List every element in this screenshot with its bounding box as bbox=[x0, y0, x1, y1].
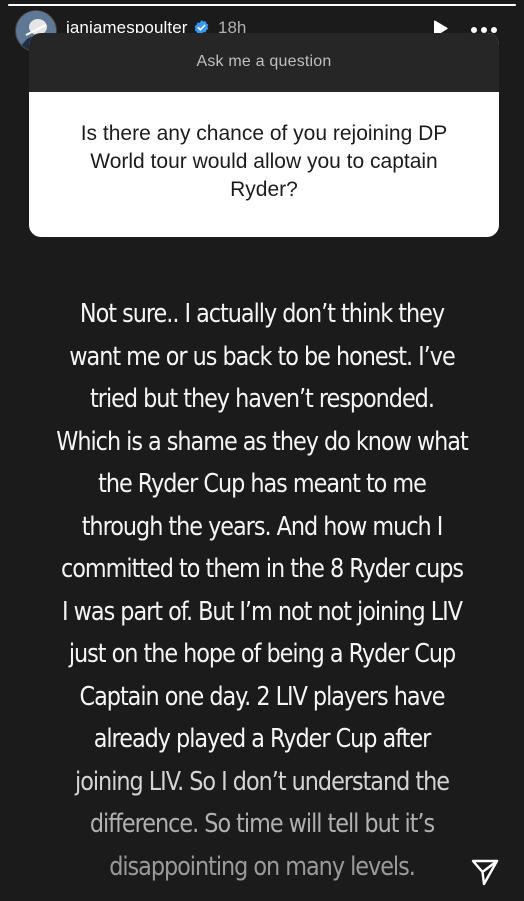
answer-line: disappointing on many levels. bbox=[109, 851, 416, 882]
question-sticker-body: Is there any chance of you rejoining DP … bbox=[29, 92, 499, 237]
answer-line: difference. So time will tell but it’s bbox=[89, 809, 435, 839]
answer-line: tried but they haven’t responded. bbox=[90, 384, 435, 414]
story-viewer: ianjamespoulter 18h Ask me a question Is… bbox=[0, 0, 524, 901]
answer-line: joining LIV. So I don’t understand the bbox=[75, 766, 450, 797]
story-progress-bar bbox=[8, 4, 516, 6]
question-sticker-header: Ask me a question bbox=[29, 33, 499, 92]
answer-line: committed to them in the 8 Ryder cups bbox=[60, 554, 464, 584]
answer-line: I was part of. But I’m not not joining L… bbox=[62, 596, 463, 627]
answer-line: through the years. And how much I bbox=[81, 511, 444, 542]
story-progress-fill bbox=[8, 4, 516, 6]
question-text: Is there any chance of you rejoining DP … bbox=[80, 121, 448, 201]
answer-line: just on the hope of being a Ryder Cup bbox=[68, 639, 456, 669]
answer-text: Not sure.. I actually don’t think they w… bbox=[52, 293, 472, 888]
answer-line: Captain one day. 2 LIV players have bbox=[79, 681, 446, 712]
question-sticker-title: Ask me a question bbox=[196, 52, 332, 70]
answer-line: want me or us back to be honest. I’ve bbox=[69, 341, 455, 372]
share-icon[interactable] bbox=[470, 857, 500, 887]
answer-line: Which is a shame as they do know what bbox=[56, 426, 468, 457]
answer-line: already played a Ryder Cup after bbox=[93, 724, 432, 754]
answer-line: Not sure.. I actually don’t think they bbox=[79, 299, 445, 329]
answer-line: the Ryder Cup has meant to me bbox=[98, 469, 427, 499]
question-sticker: Ask me a question Is there any chance of… bbox=[29, 33, 499, 237]
